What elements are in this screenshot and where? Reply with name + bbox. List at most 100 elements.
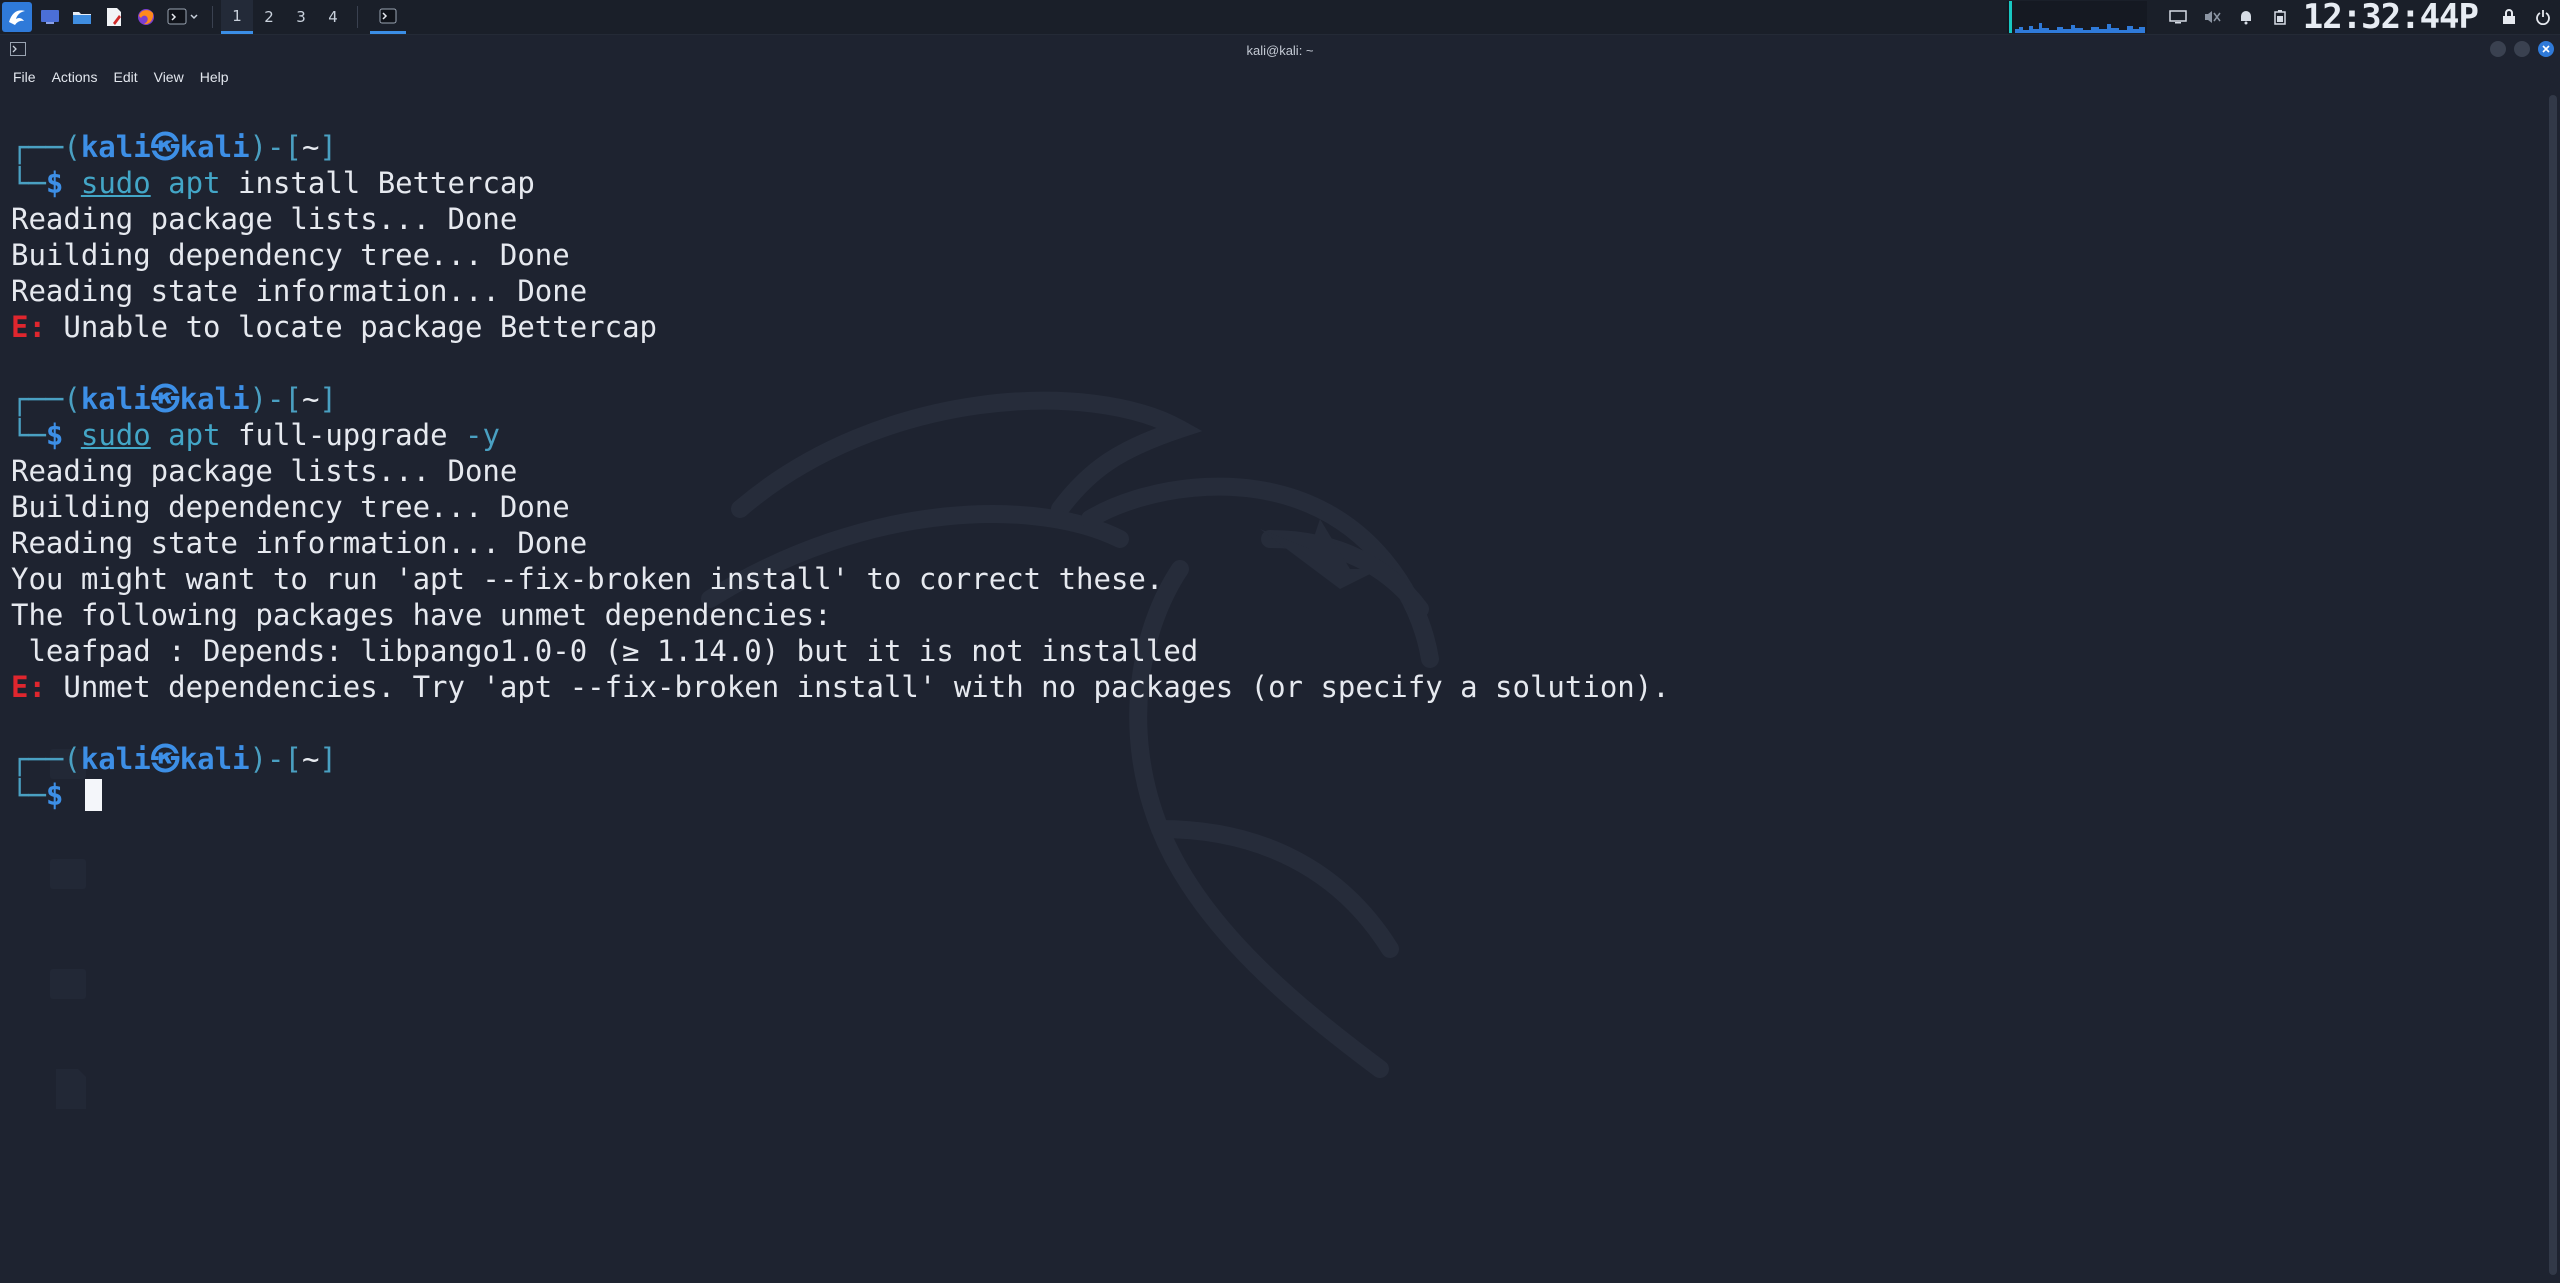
close-button[interactable] [2538, 41, 2554, 57]
file-manager-icon[interactable] [68, 3, 96, 31]
text-cursor[interactable] [84, 779, 102, 811]
prompt-dir: ~ [301, 382, 320, 416]
prompt-box: ] [319, 742, 337, 776]
error-line: E: Unable to locate package Bettercap [11, 309, 1670, 345]
maximize-button[interactable] [2514, 41, 2530, 57]
desktop-icon[interactable] [36, 3, 64, 31]
workspace-3[interactable]: 3 [285, 0, 317, 34]
firefox-icon[interactable] [132, 3, 160, 31]
text-editor-icon[interactable] [100, 3, 128, 31]
command-name: sudo [80, 166, 151, 200]
prompt-box: )-[ [249, 130, 302, 164]
error-label: E: [11, 670, 46, 704]
cpu-graph [2006, 1, 2147, 33]
output-text: Building dependency tree... Done [11, 238, 570, 272]
terminal-scrollbar[interactable] [2546, 89, 2560, 1283]
power-icon[interactable] [2533, 7, 2553, 27]
system-tray: 12:32:44P [2006, 0, 2560, 34]
output-text: Reading state information... Done [11, 274, 588, 308]
workspace-2[interactable]: 2 [253, 0, 285, 34]
command-args: install Bettercap [238, 166, 535, 200]
prompt-dir: ~ [301, 130, 320, 164]
panel-separator [212, 6, 213, 28]
scrollbar-thumb[interactable] [2549, 95, 2557, 1275]
prompt-box: ┌──( [11, 382, 81, 416]
mute-icon[interactable] [2202, 7, 2222, 27]
output-line: You might want to run 'apt --fix-broken … [11, 561, 1670, 597]
prompt-host: kali [179, 130, 250, 164]
minimize-button[interactable] [2490, 41, 2506, 57]
prompt-at-symbol: ㉿ [150, 742, 180, 776]
battery-icon[interactable] [2270, 7, 2290, 27]
output-text: Reading package lists... Done [11, 202, 518, 236]
prompt-box: )-[ [249, 742, 302, 776]
prompt-box: ┌──( [11, 130, 81, 164]
taskbar-terminal-window[interactable] [370, 0, 406, 34]
output-text: You might want to run 'apt --fix-broken … [11, 562, 1164, 596]
window-titlebar[interactable]: kali@kali: ~ [0, 35, 2560, 65]
prompt-line: ┌──(kali㉿kali)-[~] [11, 129, 1670, 165]
command-name: sudo [80, 418, 151, 452]
close-icon [2542, 45, 2550, 53]
output-text: Unmet dependencies. Try 'apt --fix-broke… [45, 670, 1670, 704]
command-name: apt [168, 418, 221, 452]
output-line: Reading package lists... Done [11, 453, 1670, 489]
output-text: Reading state information... Done [11, 526, 588, 560]
output-line: Reading state information... Done [11, 273, 1670, 309]
output-line: Building dependency tree... Done [11, 237, 1670, 273]
command-line: └─$ sudo apt install Bettercap [11, 165, 1670, 201]
prompt-user: kali [80, 742, 151, 776]
prompt-line: ┌──(kali㉿kali)-[~] [11, 381, 1670, 417]
output-text: The following packages have unmet depend… [11, 598, 832, 632]
prompt-dollar: $ [45, 418, 64, 452]
display-icon[interactable] [2168, 7, 2188, 27]
panel-separator [357, 6, 358, 28]
prompt-box: └─ [11, 166, 46, 200]
output-text: Reading package lists... Done [11, 454, 518, 488]
prompt-box: ┌──( [11, 742, 81, 776]
command-option: -y [465, 418, 500, 452]
top-panel: 1 2 3 4 12:32:44P [0, 0, 2560, 35]
output-text: leafpad : Depends: libpango1.0-0 (≥ 1.14… [11, 634, 1199, 668]
notification-icon[interactable] [2236, 7, 2256, 27]
prompt-at-symbol: ㉿ [150, 382, 180, 416]
window-title: kali@kali: ~ [1246, 42, 1314, 58]
lock-icon[interactable] [2499, 7, 2519, 27]
window-terminal-icon [10, 42, 26, 56]
output-line: Reading state information... Done [11, 525, 1670, 561]
menu-edit[interactable]: Edit [106, 69, 144, 85]
output-line: Reading package lists... Done [11, 201, 1670, 237]
prompt-dir: ~ [301, 742, 320, 776]
error-label: E: [11, 310, 46, 344]
menu-actions[interactable]: Actions [45, 69, 105, 85]
output-text: Unable to locate package Bettercap [45, 310, 658, 344]
output-line: leafpad : Depends: libpango1.0-0 (≥ 1.14… [11, 633, 1670, 669]
prompt-at-symbol: ㉿ [150, 130, 180, 164]
terminal-area[interactable]: ┌──(kali㉿kali)-[~] └─$ sudo apt install B… [0, 89, 2546, 1283]
menu-help[interactable]: Help [193, 69, 236, 85]
command-line: └─$ sudo apt full-upgrade -y [11, 417, 1670, 453]
workspace-4[interactable]: 4 [317, 0, 349, 34]
menu-file[interactable]: File [6, 69, 43, 85]
prompt-box: )-[ [249, 382, 302, 416]
prompt-line: ┌──(kali㉿kali)-[~] [11, 741, 1670, 777]
command-line: └─$ [11, 777, 1670, 813]
clock[interactable]: 12:32:44P [2303, 0, 2479, 34]
prompt-box: ] [319, 382, 337, 416]
output-text: Building dependency tree... Done [11, 490, 570, 524]
terminal-icon[interactable] [164, 3, 204, 31]
prompt-box: └─ [11, 778, 46, 812]
prompt-host: kali [179, 742, 250, 776]
prompt-user: kali [80, 382, 151, 416]
kali-menu-icon[interactable] [2, 2, 32, 32]
menu-view[interactable]: View [147, 69, 191, 85]
command-name: apt [168, 166, 221, 200]
terminal-output: ┌──(kali㉿kali)-[~] └─$ sudo apt install B… [11, 129, 1670, 813]
output-line: Building dependency tree... Done [11, 489, 1670, 525]
workspace-1[interactable]: 1 [221, 0, 253, 34]
prompt-box: ] [319, 130, 337, 164]
prompt-dollar: $ [45, 778, 64, 812]
prompt-dollar: $ [45, 166, 64, 200]
